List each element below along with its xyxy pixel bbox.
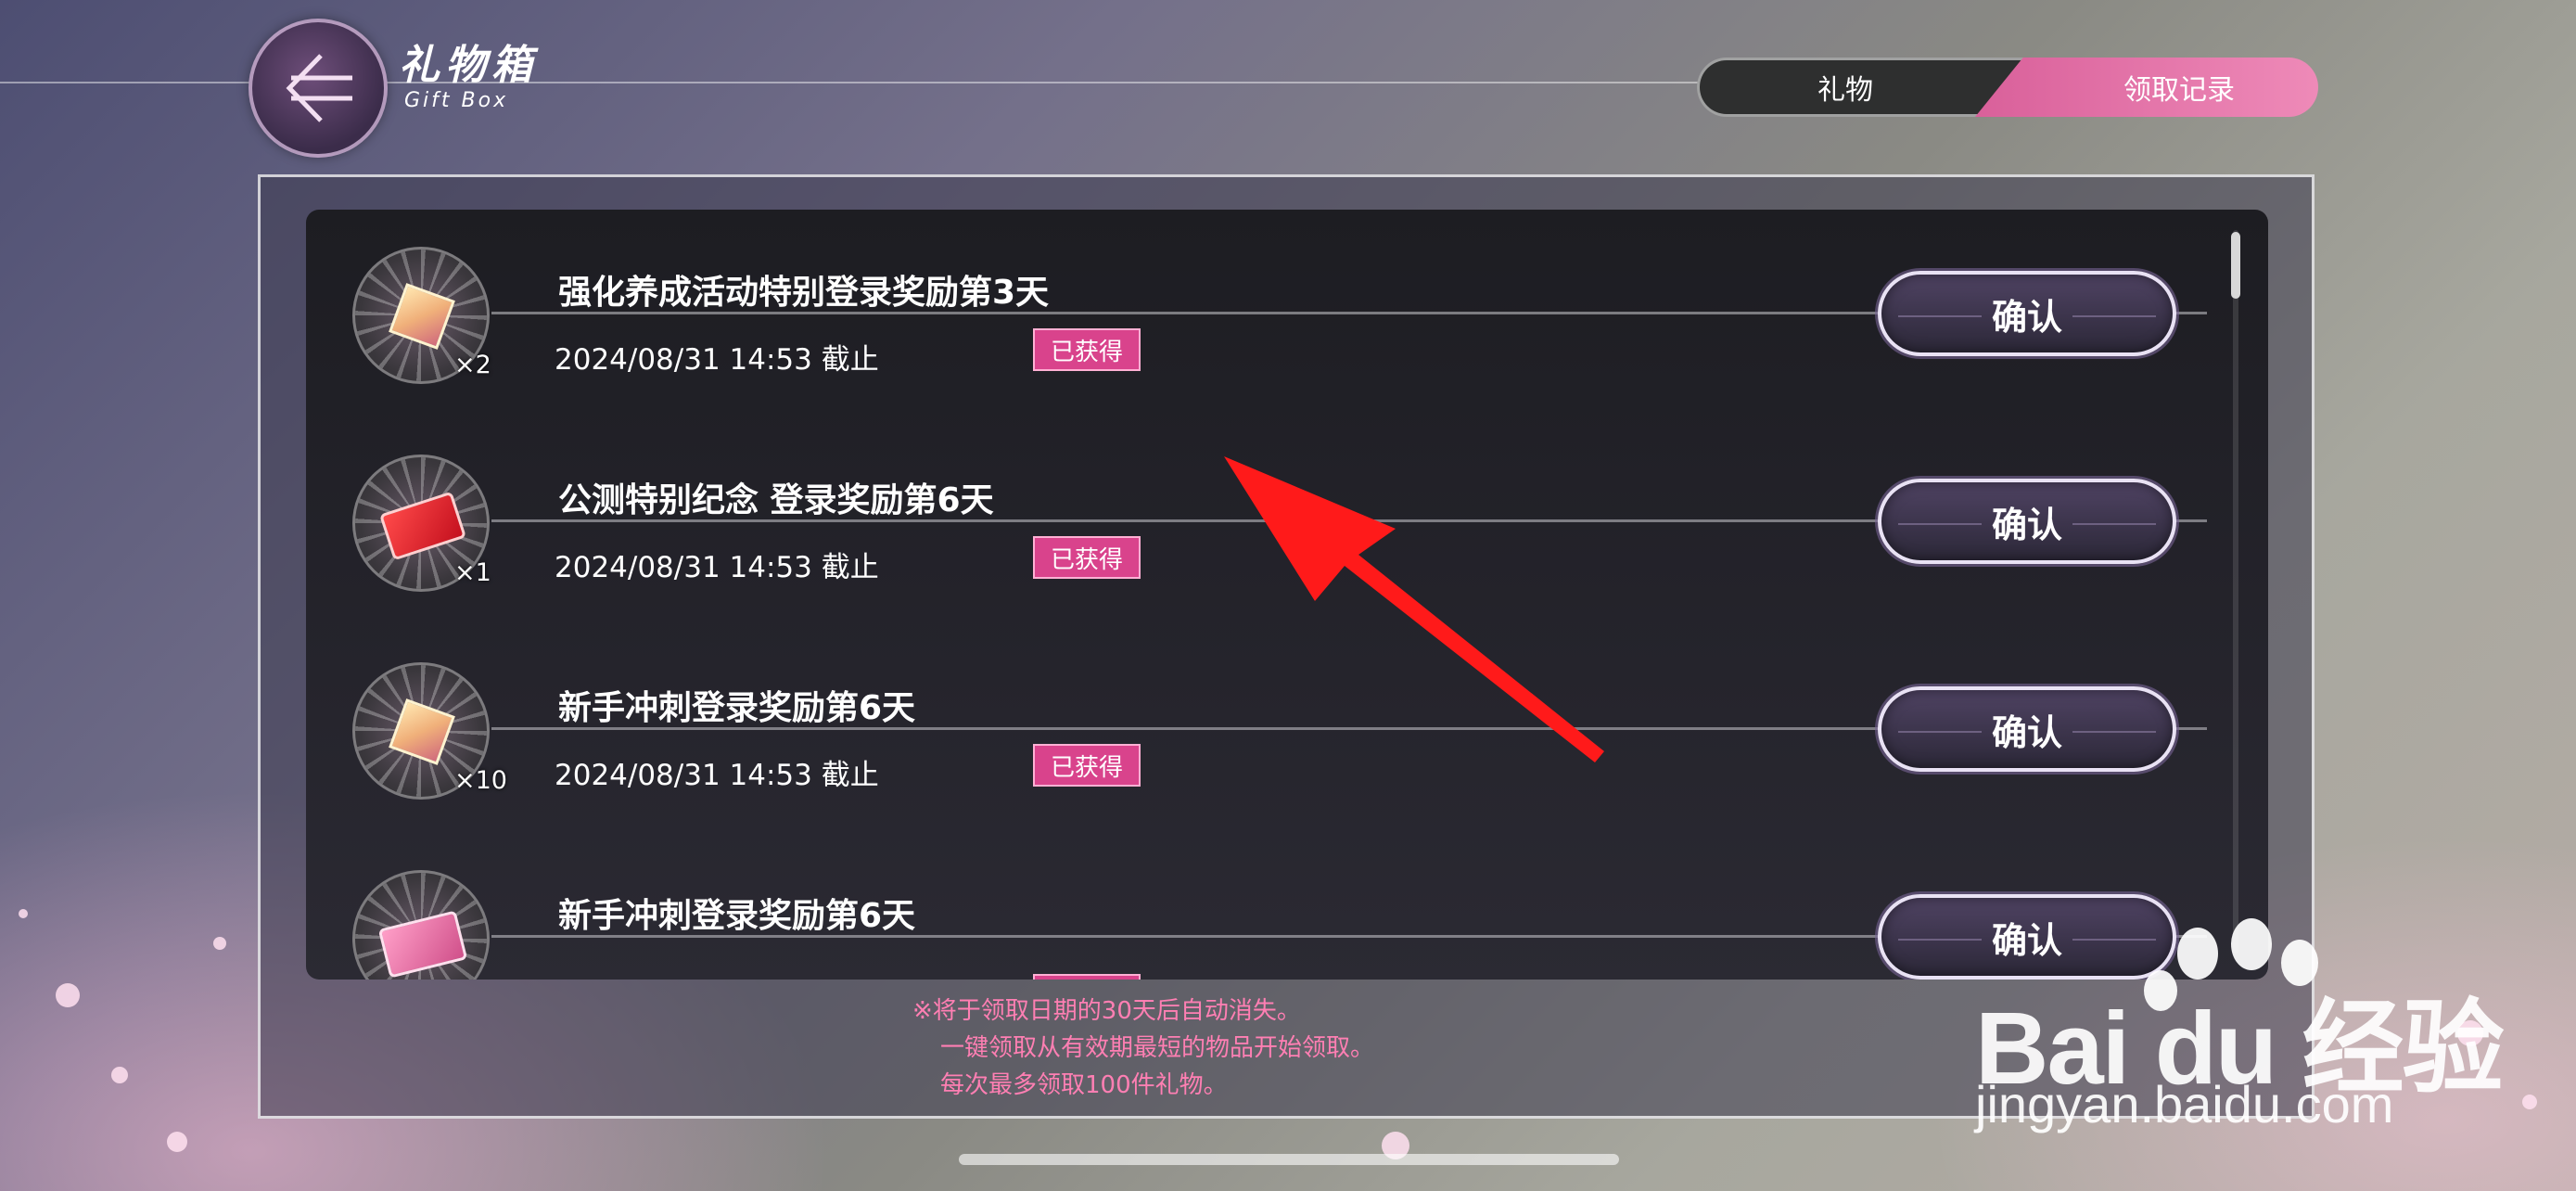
item-quantity: ×2 <box>454 351 491 379</box>
note-line: ※将于领取日期的30天后自动消失。 <box>912 997 1301 1025</box>
sparkle <box>2522 1095 2537 1109</box>
page-subtitle: Gift Box <box>404 89 509 112</box>
note-line: 每次最多领取100件礼物。 <box>940 1071 1228 1099</box>
sparkle <box>213 937 226 950</box>
gift-title: 强化养成活动特别登录奖励第3天 <box>558 274 1050 312</box>
gift-deadline: 2024/08/31 14:53 截止 <box>555 759 879 792</box>
status-badge: 已获得 <box>1033 536 1141 579</box>
gift-title: 新手冲刺登录奖励第6天 <box>558 897 916 935</box>
gift-deadline: 2024/08/31 14:53 截止 <box>555 343 879 377</box>
status-badge <box>1033 974 1141 980</box>
sparkle <box>19 909 28 918</box>
confirm-button[interactable]: 确认 <box>1878 479 2176 564</box>
list-item: ×2 强化养成活动特别登录奖励第3天 2024/08/31 14:53 截止 已… <box>306 210 2268 384</box>
tab-records[interactable]: 领取记录 <box>1975 58 2318 117</box>
item-icon-frame <box>352 870 490 980</box>
status-badge: 已获得 <box>1033 328 1141 371</box>
tab-bar: 礼物 领取记录 <box>1697 58 2318 117</box>
watermark-url: jingyan.baidu.com <box>1975 1075 2394 1133</box>
note-line: 一键领取从有效期最短的物品开始领取。 <box>940 1034 1375 1062</box>
confirm-button[interactable]: 确认 <box>1878 686 2176 772</box>
back-arrow-icon <box>286 54 352 122</box>
confirm-button[interactable]: 确认 <box>1878 271 2176 356</box>
scrollbar-track[interactable] <box>2233 230 2238 954</box>
back-button[interactable] <box>249 19 388 158</box>
sparkle <box>111 1067 128 1083</box>
item-quantity: ×1 <box>454 558 491 587</box>
sparkle <box>167 1132 187 1152</box>
page-title: 礼物箱 <box>399 42 538 89</box>
tab-label: 领取记录 <box>2123 74 2235 107</box>
gift-deadline: 2024/08/31 14:53 截止 <box>555 551 879 584</box>
home-indicator[interactable] <box>959 1154 1619 1165</box>
tab-label: 礼物 <box>1817 74 1873 107</box>
gift-title: 公测特别纪念 登录奖励第6天 <box>558 481 994 519</box>
list-item: 新手冲刺登录奖励第6天 确认 <box>306 833 2268 980</box>
scrollbar-thumb[interactable] <box>2231 232 2240 299</box>
annotation-arrow-icon <box>1224 456 1604 762</box>
sparkle <box>56 983 80 1007</box>
item-quantity: ×10 <box>454 766 507 795</box>
notes-text: ※将于领取日期的30天后自动消失。 一键领取从有效期最短的物品开始领取。 每次最… <box>912 992 1374 1104</box>
status-badge: 已获得 <box>1033 744 1141 787</box>
gift-title: 新手冲刺登录奖励第6天 <box>558 689 916 727</box>
